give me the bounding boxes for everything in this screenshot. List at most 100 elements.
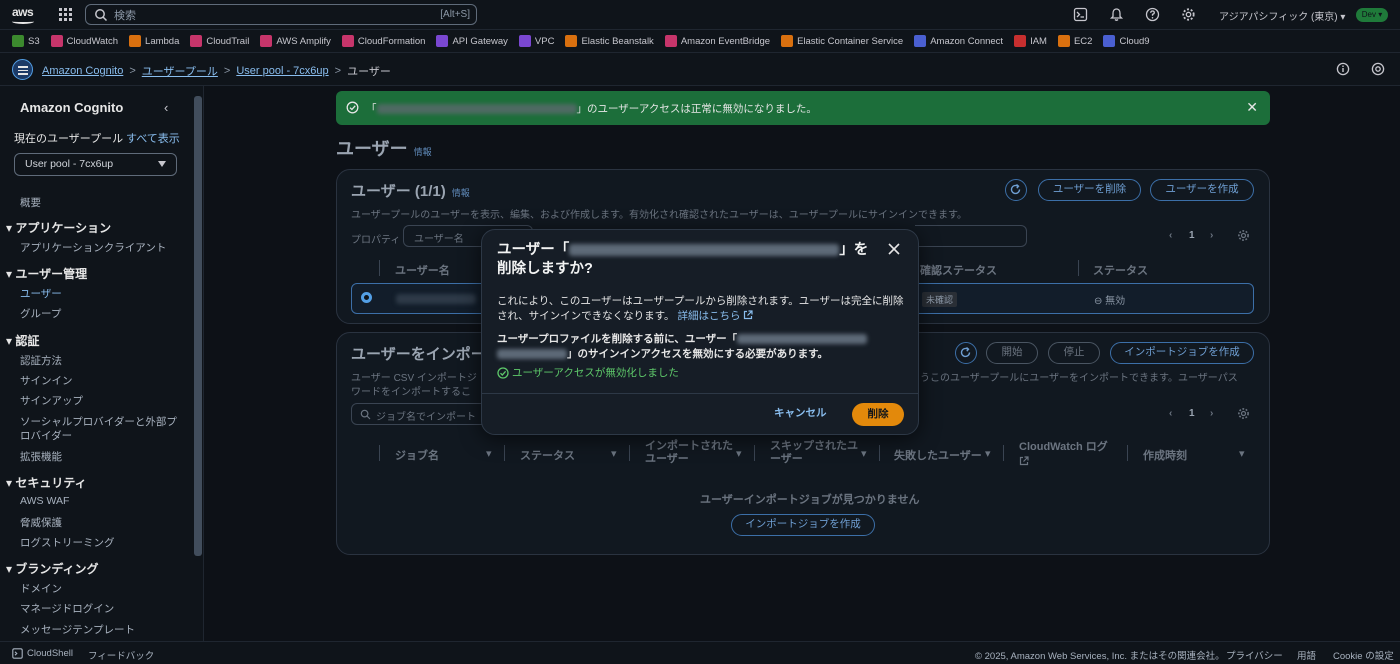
sidebar-item-users[interactable]: ユーザー <box>20 286 62 301</box>
favorite-item[interactable]: Elastic Container Service <box>781 35 903 47</box>
services-grid-icon[interactable] <box>59 8 72 21</box>
column-header-username[interactable]: ユーザー名 <box>395 262 450 278</box>
cloudshell-link[interactable]: CloudShell <box>27 648 73 659</box>
learn-more-link[interactable]: 詳細はこちら <box>677 310 754 322</box>
gear-icon[interactable] <box>1181 7 1196 22</box>
column-header-failed[interactable]: 失敗したユーザー <box>894 447 982 463</box>
favorite-item[interactable]: EC2 <box>1057 35 1092 47</box>
column-header-cloudwatch[interactable]: CloudWatch ログ <box>1019 438 1108 454</box>
global-search-input[interactable]: 検索 [Alt+S] <box>85 4 477 25</box>
favorite-item[interactable]: S3 <box>12 35 40 47</box>
sidebar-item-social-providers[interactable]: ソーシャルプロバイダーと外部プ <box>20 414 177 429</box>
sidebar-section-user-management[interactable]: ▾ ユーザー管理 <box>6 265 87 282</box>
sidebar-section-security[interactable]: ▾ セキュリティ <box>6 474 87 491</box>
favorite-item[interactable]: Lambda <box>129 35 179 47</box>
column-header-confirmation[interactable]: 確認ステータス <box>920 262 997 278</box>
favorite-item[interactable]: AWS Amplify <box>260 35 331 47</box>
sort-caret-icon[interactable]: ▾ <box>611 447 617 460</box>
sidebar-item-threat-protection[interactable]: 脅威保護 <box>20 515 62 530</box>
page-number[interactable]: 1 <box>1189 230 1195 241</box>
cloudshell-icon[interactable] <box>1073 7 1088 22</box>
cancel-button[interactable]: キャンセル <box>774 405 827 420</box>
sort-caret-icon[interactable]: ▾ <box>861 447 867 460</box>
sidebar-item-managed-login[interactable]: マネージドログイン <box>20 601 114 616</box>
aws-logo[interactable]: aws <box>12 5 34 19</box>
pager-prev[interactable]: ‹ <box>1169 230 1172 241</box>
sidebar-item-app-clients[interactable]: アプリケーションクライアント <box>20 240 166 255</box>
favorite-item[interactable]: CloudWatch <box>50 35 118 47</box>
create-import-job-button[interactable]: インポートジョブを作成 <box>1110 342 1254 364</box>
close-icon[interactable]: ✕ <box>1246 99 1258 116</box>
sidebar-item-message-templates[interactable]: メッセージテンプレート <box>20 622 135 637</box>
delete-user-button[interactable]: ユーザーを削除 <box>1038 179 1141 201</box>
account-badge[interactable]: Dev ▾ <box>1356 8 1388 22</box>
column-header-skipped[interactable]: スキップされたユ ーザー <box>770 440 858 466</box>
settings-gear-icon[interactable] <box>1237 407 1250 420</box>
page-number[interactable]: 1 <box>1189 408 1195 419</box>
side-nav-toggle-button[interactable] <box>12 59 33 80</box>
sidebar-item-extensions[interactable]: 拡張機能 <box>20 449 62 464</box>
refresh-button[interactable] <box>1005 179 1027 201</box>
favorite-item[interactable]: API Gateway <box>436 35 508 47</box>
users-filter-input[interactable] <box>915 225 1027 247</box>
favorite-item[interactable]: IAM <box>1014 35 1047 47</box>
favorite-item[interactable]: CloudFormation <box>341 35 425 47</box>
column-header-created[interactable]: 作成時刻 <box>1143 447 1187 463</box>
sidebar-section-authentication[interactable]: ▾ 認証 <box>6 332 39 349</box>
info-link[interactable]: 情報 <box>414 147 432 157</box>
import-search-input[interactable]: ジョブ名でインポート <box>351 403 491 425</box>
column-header-imported[interactable]: インポートされた ユーザー <box>645 440 735 466</box>
close-sidebar-icon[interactable]: ‹ <box>164 100 168 115</box>
sort-caret-icon[interactable]: ▾ <box>1239 447 1245 460</box>
column-header-status[interactable]: ステータス <box>520 447 575 463</box>
breadcrumb-user-pool[interactable]: User pool - 7cx6up <box>236 65 328 77</box>
help-icon[interactable] <box>1145 7 1160 22</box>
sidebar-item-sign-in[interactable]: サインイン <box>20 373 73 388</box>
terms-link[interactable]: 用語 <box>1297 648 1316 662</box>
breadcrumb-user-pools[interactable]: ユーザープール <box>142 63 218 79</box>
sidebar-item-auth-methods[interactable]: 認証方法 <box>20 353 62 368</box>
sidebar-item-social-providers-cont[interactable]: ロバイダー <box>20 428 72 443</box>
favorite-item[interactable]: Amazon EventBridge <box>664 35 770 47</box>
column-header-status[interactable]: ステータス <box>1093 262 1148 278</box>
cloudshell-icon[interactable] <box>12 648 23 659</box>
refresh-button[interactable] <box>955 342 977 364</box>
favorite-item[interactable]: Cloud9 <box>1103 35 1150 47</box>
info-icon[interactable] <box>1336 62 1350 76</box>
sidebar-item-log-streaming[interactable]: ログストリーミング <box>20 535 115 550</box>
region-selector[interactable]: アジアパシフィック (東京) ▾ <box>1219 8 1345 23</box>
pager-next[interactable]: › <box>1210 230 1213 241</box>
favorite-item[interactable]: VPC <box>518 35 554 47</box>
sidebar-item-overview[interactable]: 概要 <box>20 195 41 210</box>
sidebar-section-branding[interactable]: ▾ ブランディング <box>6 560 99 577</box>
sidebar-item-waf[interactable]: AWS WAF <box>20 495 69 507</box>
user-pool-select[interactable]: User pool - 7cx6up <box>14 153 177 176</box>
sidebar-scrollbar[interactable] <box>194 96 202 556</box>
feedback-link[interactable]: フィードバック <box>88 648 154 662</box>
info-link[interactable]: 情報 <box>452 188 470 198</box>
pager-prev[interactable]: ‹ <box>1169 408 1172 419</box>
column-header-job-name[interactable]: ジョブ名 <box>395 447 439 463</box>
empty-create-import-job-button[interactable]: インポートジョブを作成 <box>731 514 875 536</box>
favorite-item[interactable]: Amazon Connect <box>914 35 1003 47</box>
sidebar-item-domain[interactable]: ドメイン <box>20 581 62 596</box>
sidebar-section-applications[interactable]: ▾ アプリケーション <box>6 219 111 236</box>
notifications-panel-icon[interactable] <box>1371 62 1385 76</box>
row-radio-button[interactable] <box>361 292 372 303</box>
sidebar-title[interactable]: Amazon Cognito <box>20 100 123 115</box>
sidebar-item-sign-up[interactable]: サインアップ <box>20 393 83 408</box>
cookie-settings-link[interactable]: Cookie の設定 <box>1333 648 1394 662</box>
create-user-button[interactable]: ユーザーを作成 <box>1150 179 1254 201</box>
sidebar-item-groups[interactable]: グループ <box>20 306 61 321</box>
sort-caret-icon[interactable]: ▾ <box>985 447 991 460</box>
sort-caret-icon[interactable]: ▾ <box>736 447 742 460</box>
stop-import-button[interactable]: 停止 <box>1048 342 1100 364</box>
close-icon[interactable] <box>887 242 901 256</box>
pager-next[interactable]: › <box>1210 408 1213 419</box>
favorite-item[interactable]: Elastic Beanstalk <box>565 35 654 47</box>
delete-button[interactable]: 削除 <box>852 403 904 426</box>
show-all-pools-link[interactable]: すべて表示 <box>126 130 180 146</box>
start-import-button[interactable]: 開始 <box>986 342 1038 364</box>
settings-gear-icon[interactable] <box>1237 229 1250 242</box>
favorite-item[interactable]: CloudTrail <box>190 35 249 47</box>
